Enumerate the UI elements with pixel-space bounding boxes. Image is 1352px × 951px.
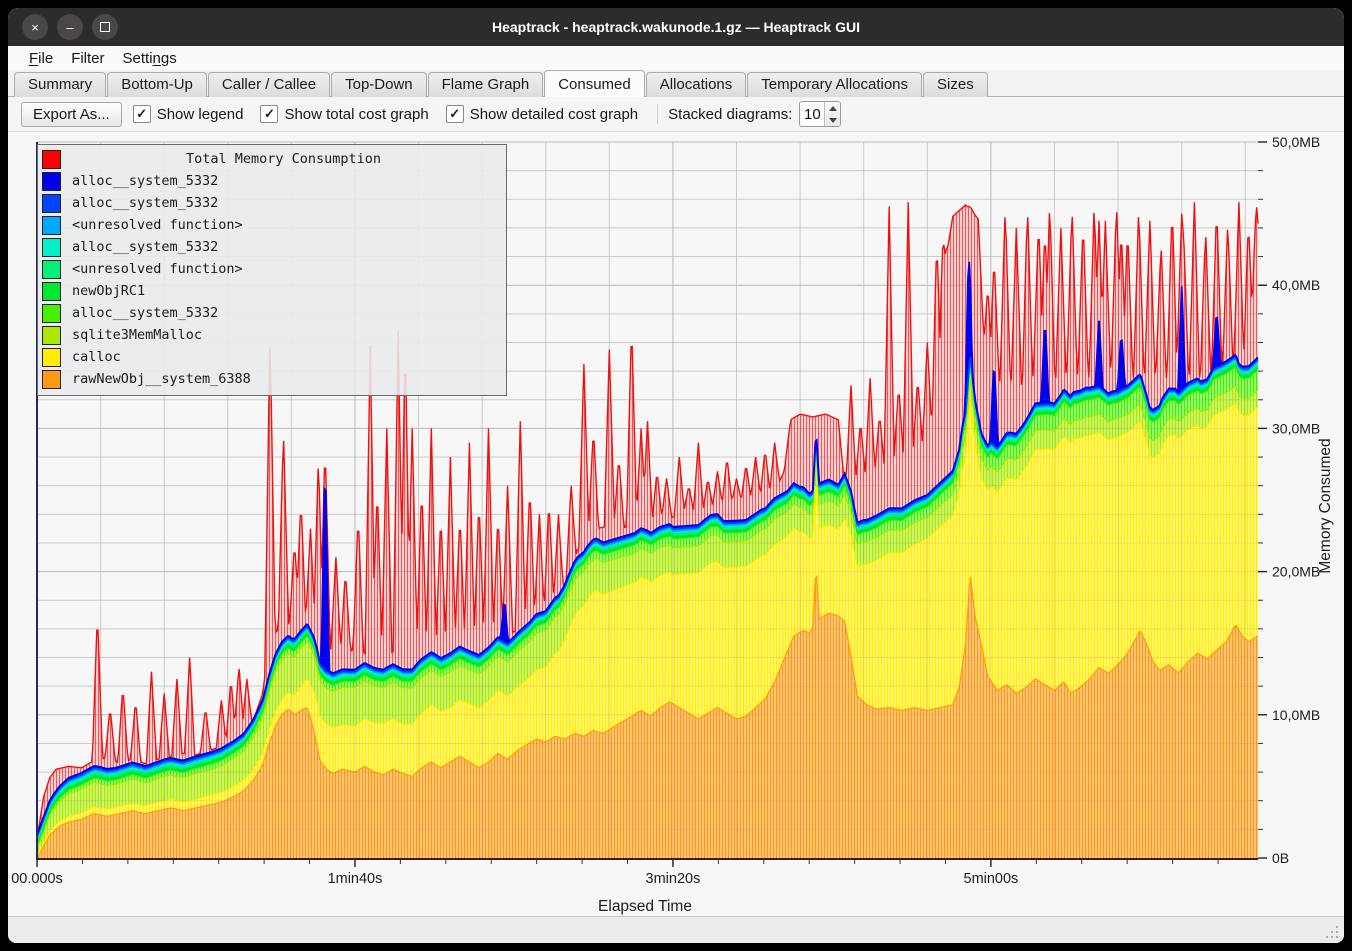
y-tick-label: 50,0MB	[1272, 134, 1320, 150]
checkbox-box[interactable]: ✓	[446, 105, 464, 123]
tab-top-down[interactable]: Top-Down	[331, 72, 427, 97]
legend-swatch-icon	[42, 370, 61, 389]
tab-temporary-allocations[interactable]: Temporary Allocations	[747, 72, 922, 97]
legend-label: calloc	[72, 349, 121, 365]
x-tick-label: 3min20s	[646, 871, 701, 887]
checkbox-show-total-cost-graph[interactable]: ✓ Show total cost graph	[260, 105, 428, 123]
toolbar-separator	[657, 104, 658, 124]
x-tick-label: 00.000s	[11, 871, 63, 887]
menu-item-settings[interactable]: Settings	[114, 48, 186, 69]
export-as-button[interactable]: Export As...	[21, 102, 122, 127]
menu-item-filter[interactable]: Filter	[62, 48, 113, 69]
tab-flame-graph[interactable]: Flame Graph	[428, 72, 544, 97]
status-bar	[8, 916, 1344, 943]
chart-legend: Total Memory Consumption alloc__system_53…	[37, 144, 507, 396]
legend-label: sqlite3MemMalloc	[72, 327, 202, 343]
legend-item: alloc__system_5332	[38, 192, 506, 214]
legend-item: newObjRC1	[38, 280, 506, 302]
legend-label: alloc__system_5332	[72, 173, 218, 189]
stacked-diagrams-value: 10	[800, 102, 824, 126]
legend-swatch-icon	[42, 216, 61, 235]
legend-label: <unresolved function>	[72, 217, 243, 233]
legend-label: newObjRC1	[72, 283, 145, 299]
window-title: Heaptrack - heaptrack.wakunode.1.gz — He…	[8, 19, 1344, 35]
tab-bar: SummaryBottom-UpCaller / CalleeTop-DownF…	[8, 70, 1344, 97]
y-tick-label: 30,0MB	[1272, 420, 1320, 436]
tab-bottom-up[interactable]: Bottom-Up	[107, 72, 207, 97]
legend-label: alloc__system_5332	[72, 195, 218, 211]
legend-swatch-icon	[42, 326, 61, 345]
checkbox-show-legend[interactable]: ✓ Show legend	[133, 105, 244, 123]
menu-item-file[interactable]: File	[20, 48, 62, 69]
y-tick-label: 0B	[1272, 850, 1289, 866]
legend-swatch-icon	[42, 348, 61, 367]
legend-item: sqlite3MemMalloc	[38, 324, 506, 346]
memory-consumption-chart[interactable]: 00.000s 1min40s 3min20s 5min00s 0B 10,0MB 20,0…	[8, 132, 1344, 916]
checkbox-box[interactable]: ✓	[133, 105, 151, 123]
legend-swatch-icon	[42, 150, 61, 169]
x-tick-label: 1min40s	[328, 871, 383, 887]
legend-swatch-icon	[42, 304, 61, 323]
legend-item: calloc	[38, 346, 506, 368]
checkbox-show-detailed-cost-graph[interactable]: ✓ Show detailed cost graph	[446, 105, 638, 123]
x-axis-title: Elapsed Time	[598, 898, 692, 915]
resize-grip-icon[interactable]	[1324, 924, 1338, 938]
title-bar[interactable]: × – Heaptrack - heaptrack.wakunode.1.gz …	[8, 8, 1344, 46]
tab-summary[interactable]: Summary	[14, 72, 106, 97]
legend-item: <unresolved function>	[38, 258, 506, 280]
tab-allocations[interactable]: Allocations	[646, 72, 747, 97]
legend-swatch-icon	[42, 238, 61, 257]
chevron-down-icon	[829, 118, 837, 123]
y-tick-label: 20,0MB	[1272, 564, 1320, 580]
legend-label: alloc__system_5332	[72, 305, 218, 321]
legend-swatch-icon	[42, 194, 61, 213]
legend-item: alloc__system_5332	[38, 302, 506, 324]
checkbox-label: Show detailed cost graph	[470, 106, 638, 123]
legend-title-row: Total Memory Consumption	[38, 148, 506, 170]
stacked-diagrams-spinner[interactable]: 10	[799, 101, 841, 127]
chevron-up-icon	[829, 106, 837, 111]
legend-item: rawNewObj__system_6388	[38, 368, 506, 390]
toolbar: Export As... ✓ Show legend ✓ Show total cos…	[8, 97, 1344, 132]
tab-sizes[interactable]: Sizes	[923, 72, 988, 97]
legend-label: alloc__system_5332	[72, 239, 218, 255]
legend-swatch-icon	[42, 172, 61, 191]
menu-bar: FileFilterSettings	[8, 46, 1344, 70]
legend-swatch-icon	[42, 282, 61, 301]
legend-item: <unresolved function>	[38, 214, 506, 236]
stacked-diagrams-label: Stacked diagrams:	[668, 106, 792, 123]
y-tick-label: 40,0MB	[1272, 277, 1320, 293]
spinner-up-button[interactable]	[825, 102, 840, 114]
legend-item: alloc__system_5332	[38, 170, 506, 192]
y-tick-label: 10,0MB	[1272, 707, 1320, 723]
tab-consumed[interactable]: Consumed	[544, 70, 645, 97]
legend-item: alloc__system_5332	[38, 236, 506, 258]
checkbox-box[interactable]: ✓	[260, 105, 278, 123]
app-window: × – Heaptrack - heaptrack.wakunode.1.gz …	[8, 8, 1344, 943]
spinner-down-button[interactable]	[825, 114, 840, 126]
tab-caller-callee[interactable]: Caller / Callee	[208, 72, 330, 97]
y-axis-title: Memory Consumed	[1317, 438, 1334, 573]
legend-label: <unresolved function>	[72, 261, 243, 277]
legend-label: Total Memory Consumption	[61, 151, 506, 167]
spinner-buttons	[824, 102, 840, 126]
checkbox-label: Show legend	[157, 106, 244, 123]
legend-label: rawNewObj__system_6388	[72, 371, 251, 387]
checkbox-label: Show total cost graph	[284, 106, 428, 123]
legend-swatch-icon	[42, 260, 61, 279]
x-tick-label: 5min00s	[964, 871, 1019, 887]
